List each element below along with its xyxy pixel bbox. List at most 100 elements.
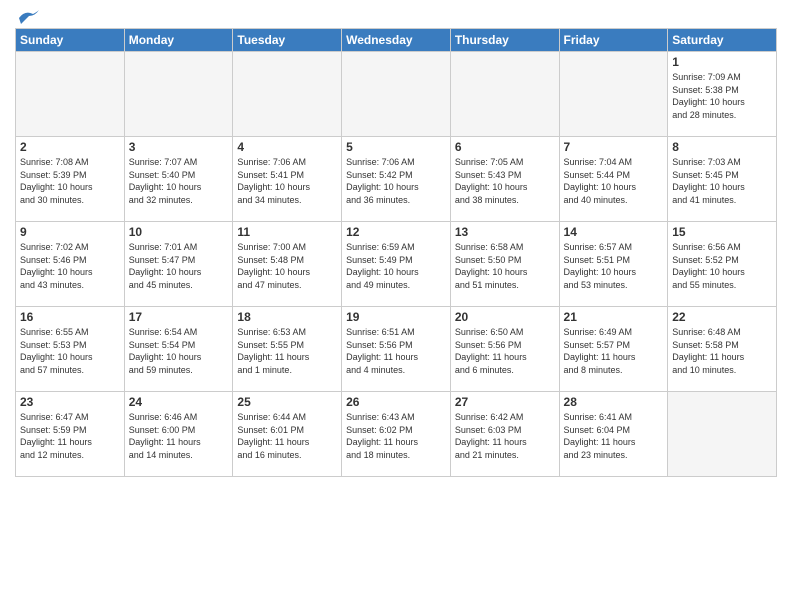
logo-bird-icon: [17, 10, 39, 26]
day-cell: 10 Sunrise: 7:01 AM Sunset: 5:47 PM Dayli…: [124, 222, 233, 307]
day-cell: 18Sunrise: 6:53 AM Sunset: 5:55 PM Dayli…: [233, 307, 342, 392]
day-cell: 1 Sunrise: 7:09 AM Sunset: 5:38 PM Daylig…: [668, 52, 777, 137]
day-number: 28: [564, 395, 664, 409]
day-cell: 21Sunrise: 6:49 AM Sunset: 5:57 PM Dayli…: [559, 307, 668, 392]
day-number: 24: [129, 395, 229, 409]
day-number: 19: [346, 310, 446, 324]
day-cell: 7 Sunrise: 7:04 AM Sunset: 5:44 PM Daylig…: [559, 137, 668, 222]
day-cell: [233, 52, 342, 137]
day-number: 6: [455, 140, 555, 154]
day-info: Sunrise: 7:01 AM Sunset: 5:47 PM Dayligh…: [129, 241, 229, 291]
day-info: Sunrise: 6:50 AM Sunset: 5:56 PM Dayligh…: [455, 326, 555, 376]
col-tuesday: Tuesday: [233, 29, 342, 52]
day-info: Sunrise: 6:41 AM Sunset: 6:04 PM Dayligh…: [564, 411, 664, 461]
day-cell: 3 Sunrise: 7:07 AM Sunset: 5:40 PM Daylig…: [124, 137, 233, 222]
day-info: Sunrise: 7:05 AM Sunset: 5:43 PM Dayligh…: [455, 156, 555, 206]
day-cell: 14 Sunrise: 6:57 AM Sunset: 5:51 PM Dayli…: [559, 222, 668, 307]
day-cell: [668, 392, 777, 477]
day-cell: 16 Sunrise: 6:55 AM Sunset: 5:53 PM Dayli…: [16, 307, 125, 392]
day-info: Sunrise: 7:07 AM Sunset: 5:40 PM Dayligh…: [129, 156, 229, 206]
day-number: 21: [564, 310, 664, 324]
day-info: Sunrise: 6:57 AM Sunset: 5:51 PM Dayligh…: [564, 241, 664, 291]
day-cell: 22Sunrise: 6:48 AM Sunset: 5:58 PM Dayli…: [668, 307, 777, 392]
day-cell: 17 Sunrise: 6:54 AM Sunset: 5:54 PM Dayli…: [124, 307, 233, 392]
day-number: 3: [129, 140, 229, 154]
day-cell: 8 Sunrise: 7:03 AM Sunset: 5:45 PM Daylig…: [668, 137, 777, 222]
day-cell: 6 Sunrise: 7:05 AM Sunset: 5:43 PM Daylig…: [450, 137, 559, 222]
day-number: 5: [346, 140, 446, 154]
day-number: 8: [672, 140, 772, 154]
day-number: 9: [20, 225, 120, 239]
day-cell: 19 Sunrise: 6:51 AM Sunset: 5:56 PM Dayli…: [342, 307, 451, 392]
day-info: Sunrise: 6:56 AM Sunset: 5:52 PM Dayligh…: [672, 241, 772, 291]
day-number: 13: [455, 225, 555, 239]
day-info: Sunrise: 7:03 AM Sunset: 5:45 PM Dayligh…: [672, 156, 772, 206]
day-number: 18: [237, 310, 337, 324]
day-cell: 25 Sunrise: 6:44 AM Sunset: 6:01 PM Dayli…: [233, 392, 342, 477]
day-info: Sunrise: 6:51 AM Sunset: 5:56 PM Dayligh…: [346, 326, 446, 376]
day-cell: 5Sunrise: 7:06 AM Sunset: 5:42 PM Daylig…: [342, 137, 451, 222]
day-number: 15: [672, 225, 772, 239]
day-cell: 26 Sunrise: 6:43 AM Sunset: 6:02 PM Dayli…: [342, 392, 451, 477]
day-cell: [16, 52, 125, 137]
day-cell: [450, 52, 559, 137]
day-cell: 23 Sunrise: 6:47 AM Sunset: 5:59 PM Dayli…: [16, 392, 125, 477]
day-cell: [342, 52, 451, 137]
day-number: 26: [346, 395, 446, 409]
week-row-3: 9Sunrise: 7:02 AM Sunset: 5:46 PM Daylig…: [16, 222, 777, 307]
week-row-1: 1 Sunrise: 7:09 AM Sunset: 5:38 PM Daylig…: [16, 52, 777, 137]
page-container: Sunday Monday Tuesday Wednesday Thursday…: [0, 0, 792, 612]
col-friday: Friday: [559, 29, 668, 52]
header-row: Sunday Monday Tuesday Wednesday Thursday…: [16, 29, 777, 52]
day-info: Sunrise: 6:54 AM Sunset: 5:54 PM Dayligh…: [129, 326, 229, 376]
day-cell: 27 Sunrise: 6:42 AM Sunset: 6:03 PM Dayli…: [450, 392, 559, 477]
day-cell: 4 Sunrise: 7:06 AM Sunset: 5:41 PM Daylig…: [233, 137, 342, 222]
day-info: Sunrise: 7:00 AM Sunset: 5:48 PM Dayligh…: [237, 241, 337, 291]
day-number: 7: [564, 140, 664, 154]
day-number: 23: [20, 395, 120, 409]
day-info: Sunrise: 6:48 AM Sunset: 5:58 PM Dayligh…: [672, 326, 772, 376]
day-info: Sunrise: 6:55 AM Sunset: 5:53 PM Dayligh…: [20, 326, 120, 376]
day-number: 27: [455, 395, 555, 409]
day-cell: [559, 52, 668, 137]
col-monday: Monday: [124, 29, 233, 52]
day-number: 16: [20, 310, 120, 324]
col-thursday: Thursday: [450, 29, 559, 52]
day-info: Sunrise: 6:42 AM Sunset: 6:03 PM Dayligh…: [455, 411, 555, 461]
week-row-2: 2Sunrise: 7:08 AM Sunset: 5:39 PM Daylig…: [16, 137, 777, 222]
day-number: 14: [564, 225, 664, 239]
day-cell: 13 Sunrise: 6:58 AM Sunset: 5:50 PM Dayli…: [450, 222, 559, 307]
day-cell: 20 Sunrise: 6:50 AM Sunset: 5:56 PM Dayli…: [450, 307, 559, 392]
day-info: Sunrise: 6:43 AM Sunset: 6:02 PM Dayligh…: [346, 411, 446, 461]
day-info: Sunrise: 6:47 AM Sunset: 5:59 PM Dayligh…: [20, 411, 120, 461]
week-row-5: 23 Sunrise: 6:47 AM Sunset: 5:59 PM Dayli…: [16, 392, 777, 477]
day-info: Sunrise: 7:09 AM Sunset: 5:38 PM Dayligh…: [672, 71, 772, 121]
day-number: 4: [237, 140, 337, 154]
day-cell: 15 Sunrise: 6:56 AM Sunset: 5:52 PM Dayli…: [668, 222, 777, 307]
week-row-4: 16 Sunrise: 6:55 AM Sunset: 5:53 PM Dayli…: [16, 307, 777, 392]
day-cell: [124, 52, 233, 137]
day-cell: 28 Sunrise: 6:41 AM Sunset: 6:04 PM Dayli…: [559, 392, 668, 477]
day-cell: 24 Sunrise: 6:46 AM Sunset: 6:00 PM Dayli…: [124, 392, 233, 477]
day-number: 10: [129, 225, 229, 239]
day-info: Sunrise: 6:59 AM Sunset: 5:49 PM Dayligh…: [346, 241, 446, 291]
day-cell: 11 Sunrise: 7:00 AM Sunset: 5:48 PM Dayli…: [233, 222, 342, 307]
day-info: Sunrise: 7:06 AM Sunset: 5:41 PM Dayligh…: [237, 156, 337, 206]
day-info: Sunrise: 6:44 AM Sunset: 6:01 PM Dayligh…: [237, 411, 337, 461]
day-number: 25: [237, 395, 337, 409]
day-number: 20: [455, 310, 555, 324]
day-cell: 9Sunrise: 7:02 AM Sunset: 5:46 PM Daylig…: [16, 222, 125, 307]
header: [15, 10, 777, 22]
col-wednesday: Wednesday: [342, 29, 451, 52]
col-sunday: Sunday: [16, 29, 125, 52]
day-number: 1: [672, 55, 772, 69]
day-info: Sunrise: 6:58 AM Sunset: 5:50 PM Dayligh…: [455, 241, 555, 291]
day-number: 17: [129, 310, 229, 324]
day-info: Sunrise: 7:08 AM Sunset: 5:39 PM Dayligh…: [20, 156, 120, 206]
day-info: Sunrise: 7:04 AM Sunset: 5:44 PM Dayligh…: [564, 156, 664, 206]
day-number: 11: [237, 225, 337, 239]
day-cell: 12 Sunrise: 6:59 AM Sunset: 5:49 PM Dayli…: [342, 222, 451, 307]
day-number: 12: [346, 225, 446, 239]
day-cell: 2Sunrise: 7:08 AM Sunset: 5:39 PM Daylig…: [16, 137, 125, 222]
day-info: Sunrise: 6:46 AM Sunset: 6:00 PM Dayligh…: [129, 411, 229, 461]
